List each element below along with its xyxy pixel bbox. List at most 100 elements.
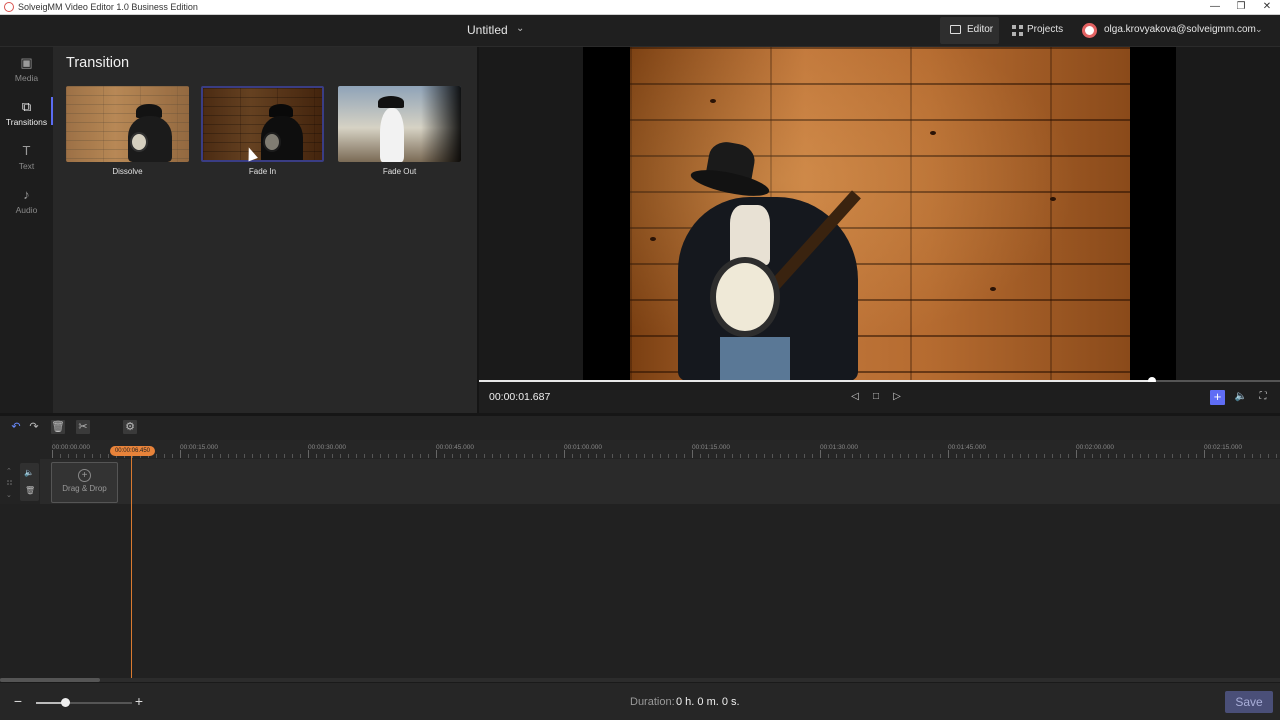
ruler-tick-label: 00:01:00.000 <box>564 444 602 451</box>
transition-thumb-fade-out[interactable] <box>338 86 461 162</box>
thumb-figure-hat <box>378 96 404 108</box>
track-drag-handle[interactable]: ⌃ ⌄ <box>5 463 15 501</box>
svg-text:⌄: ⌄ <box>6 491 12 499</box>
user-email[interactable]: olga.krovyakova@solveigmm.com <box>1104 24 1256 35</box>
playhead-line[interactable] <box>131 456 132 680</box>
transition-thumb-dissolve[interactable] <box>66 86 189 162</box>
next-frame-icon[interactable]: ▷ <box>890 391 904 402</box>
ruler-tick-label: 00:00:00.000 <box>52 444 90 451</box>
close-button[interactable]: ✕ <box>1254 0 1280 15</box>
sidebar-item-text[interactable]: T Text <box>0 143 53 183</box>
sidebar-item-label: Media <box>14 73 39 83</box>
ruler-tick-label: 00:01:45.000 <box>948 444 986 451</box>
ruler-tick-label: 00:02:00.000 <box>1076 444 1114 451</box>
image-icon: ▣ <box>20 55 33 70</box>
tab-editor-label: Editor <box>967 24 994 35</box>
bottom-bar: − + Duration: 0 h. 0 m. 0 s. Save <box>0 682 1280 720</box>
sidebar: ▣ Media ⧉ Transitions T Text ♪ Audio <box>0 47 53 413</box>
ruler-major-tick <box>308 450 309 458</box>
thumb-banjo <box>263 132 281 152</box>
prev-frame-icon[interactable]: ◁ <box>848 391 862 402</box>
split-icon[interactable]: ✂ <box>76 420 90 434</box>
redo-icon[interactable]: ↷ <box>27 420 41 434</box>
performer-shirt <box>730 205 770 265</box>
transition-label-fade-out: Fade Out <box>382 167 417 176</box>
playhead-time-badge[interactable]: 00:00:06.450 <box>110 446 155 456</box>
wood-knot <box>990 287 996 291</box>
app-logo-icon <box>4 2 14 12</box>
transitions-icon: ⧉ <box>21 99 32 114</box>
ruler-major-tick <box>180 450 181 458</box>
zoom-in-button[interactable]: + <box>133 693 145 709</box>
minimize-button[interactable]: — <box>1202 0 1228 15</box>
ruler-major-tick <box>1076 450 1077 458</box>
sidebar-item-audio[interactable]: ♪ Audio <box>0 187 53 227</box>
ruler-tick-label: 00:02:15.000 <box>1204 444 1242 451</box>
transition-label-fade-in: Fade In <box>248 167 277 176</box>
track-delete-icon[interactable]: 🗑 <box>25 486 35 495</box>
duration-value: 0 h. 0 m. 0 s. <box>676 696 740 708</box>
timeline-empty-area[interactable] <box>0 504 1280 680</box>
volume-icon[interactable]: 🔈 <box>1234 391 1248 402</box>
video-frame-image <box>630 47 1130 381</box>
app-header: Untitled ⌄ Editor Projects olga.krovyako… <box>0 15 1280 47</box>
drag-drop-zone[interactable]: + Drag & Drop <box>51 462 118 503</box>
drag-handle-icon: ⌃ ⌄ <box>6 467 12 499</box>
text-icon: T <box>22 143 31 158</box>
ruler-major-tick <box>692 450 693 458</box>
track-mute-icon[interactable]: 🔈 <box>24 468 34 477</box>
thumb-figure-body <box>380 108 404 162</box>
track-controls: 🔈 🗑 <box>20 463 39 501</box>
chevron-down-icon[interactable]: ⌄ <box>516 23 524 34</box>
delete-icon[interactable]: 🗑 <box>51 420 65 434</box>
add-to-timeline-button[interactable]: + <box>1210 390 1225 405</box>
thumb-banjo <box>130 132 148 152</box>
drag-drop-label: Drag & Drop <box>62 484 107 493</box>
zoom-out-button[interactable]: − <box>12 693 24 709</box>
fade-out-overlay <box>421 86 461 162</box>
fullscreen-icon[interactable]: ⛶ <box>1256 391 1270 402</box>
svg-text:⌃: ⌃ <box>6 467 12 475</box>
sidebar-item-media[interactable]: ▣ Media <box>0 55 53 95</box>
save-button[interactable]: Save <box>1225 691 1273 713</box>
grid-icon <box>1012 25 1023 36</box>
player-controls: 00:00:01.687 ◁ □ ▷ + 🔈 ⛶ <box>479 382 1280 413</box>
music-note-icon: ♪ <box>23 187 30 202</box>
restore-button[interactable]: ❐ <box>1228 0 1254 15</box>
stop-icon[interactable]: □ <box>869 391 883 402</box>
zoom-slider-handle[interactable] <box>60 698 70 707</box>
editor-icon <box>950 25 961 34</box>
tab-projects[interactable]: Projects <box>1008 17 1074 44</box>
user-menu-chevron-icon[interactable]: ⌄ <box>1255 24 1263 35</box>
avatar[interactable] <box>1082 23 1097 38</box>
transition-thumb-fade-in[interactable] <box>201 86 324 162</box>
sidebar-item-transitions[interactable]: ⧉ Transitions <box>0 99 53 139</box>
timeline-track[interactable] <box>40 459 1280 504</box>
undo-icon[interactable]: ↶ <box>9 420 23 434</box>
wood-knot <box>650 237 656 241</box>
video-preview[interactable] <box>583 47 1176 381</box>
ruler-tick-label: 00:01:30.000 <box>820 444 858 451</box>
wood-knot <box>710 99 716 103</box>
performer-hat <box>688 139 772 203</box>
ruler-tick-label: 00:00:30.000 <box>308 444 346 451</box>
sidebar-item-label: Transitions <box>5 117 48 127</box>
transition-label-dissolve: Dissolve <box>112 167 143 176</box>
add-icon: + <box>78 469 91 482</box>
ruler-major-tick <box>52 450 53 458</box>
tab-projects-label: Projects <box>1027 24 1064 35</box>
ruler-major-tick <box>948 450 949 458</box>
duration-label: Duration: <box>630 696 675 708</box>
ruler-major-tick <box>436 450 437 458</box>
project-title[interactable]: Untitled <box>467 23 508 37</box>
settings-gear-icon[interactable]: ⚙ <box>123 420 137 434</box>
wood-knot <box>930 131 936 135</box>
panel-title: Transition <box>66 55 130 71</box>
current-timecode: 00:00:01.687 <box>489 391 551 403</box>
tab-editor[interactable]: Editor <box>940 17 999 44</box>
sidebar-item-label: Text <box>18 161 35 171</box>
window-titlebar: SolveigMM Video Editor 1.0 Business Edit… <box>0 0 1280 15</box>
thumb-background <box>338 86 378 162</box>
transition-panel: Transition Dissolve Fade In Fade Out <box>53 47 477 413</box>
ruler-major-tick <box>564 450 565 458</box>
